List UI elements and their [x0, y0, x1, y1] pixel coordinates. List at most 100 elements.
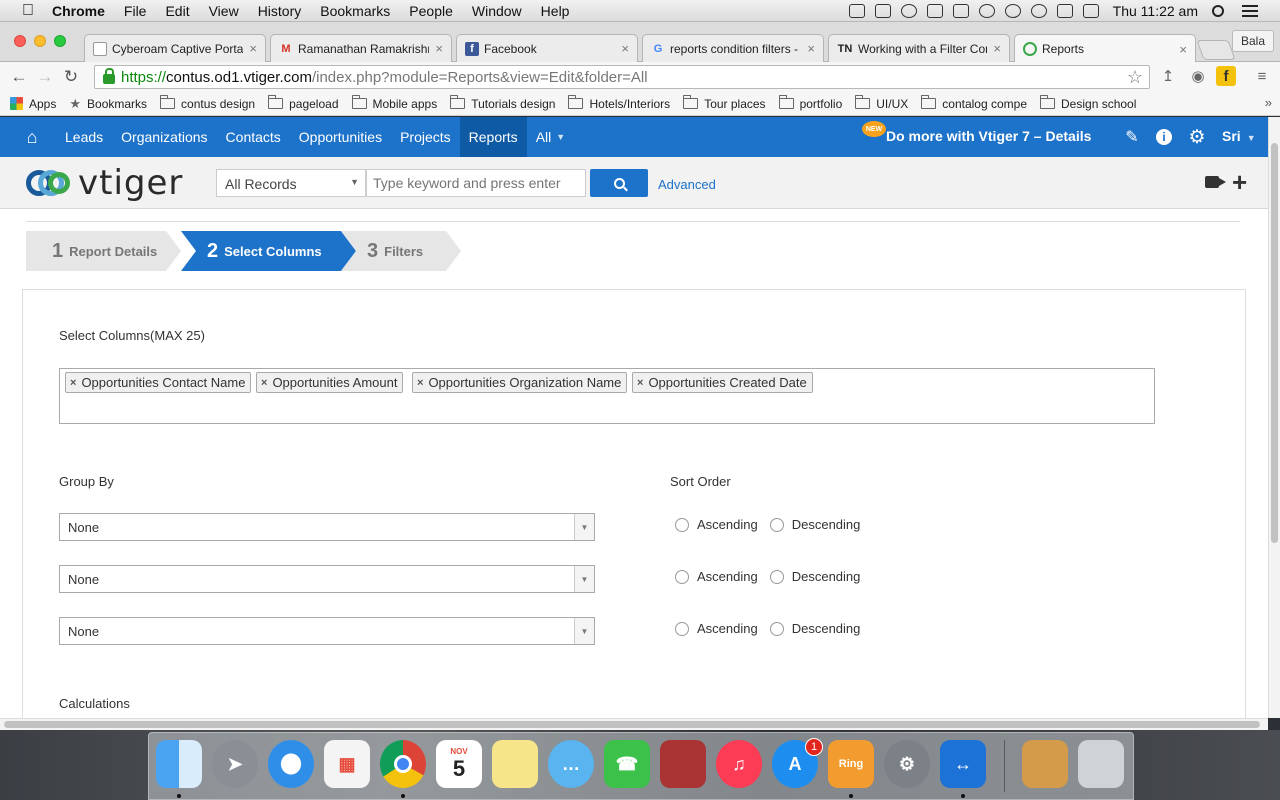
- bookmark-folder[interactable]: Tutorials design: [450, 95, 555, 111]
- apple-icon[interactable]: : [18, 1, 38, 21]
- installer-package-icon[interactable]: [1022, 740, 1068, 788]
- itunes-icon[interactable]: ♫: [716, 740, 762, 788]
- airplay-icon[interactable]: [952, 4, 969, 18]
- brush-icon[interactable]: ✎: [1122, 127, 1142, 147]
- tab-cyberoam[interactable]: Cyberoam Captive Portal ×: [84, 34, 266, 62]
- bookmark-folder[interactable]: Tour places: [683, 95, 766, 111]
- step-select-columns[interactable]: 2 Select Columns: [181, 231, 356, 271]
- tab-google[interactable]: G reports condition filters - ×: [642, 34, 824, 62]
- descending-radio[interactable]: [769, 569, 784, 584]
- quick-create-plus-icon[interactable]: +: [1232, 169, 1247, 195]
- bookmark-folder[interactable]: UI/UX: [855, 95, 908, 111]
- home-icon[interactable]: ⌂: [22, 127, 42, 147]
- promo-link[interactable]: Do more with Vtiger 7 – Details: [886, 128, 1091, 144]
- tab-reports[interactable]: Reports ×: [1014, 34, 1196, 63]
- close-tab-icon[interactable]: ×: [807, 41, 815, 56]
- address-bar[interactable]: https://contus.od1.vtiger.com/index.php?…: [94, 65, 1150, 89]
- global-search-input[interactable]: [366, 169, 586, 197]
- vtiger-logo[interactable]: vtiger: [24, 163, 183, 203]
- battery-icon[interactable]: [1082, 4, 1099, 18]
- nav-opportunities[interactable]: Opportunities: [290, 117, 391, 157]
- nav-contacts[interactable]: Contacts: [217, 117, 290, 157]
- nav-organizations[interactable]: Organizations: [112, 117, 216, 157]
- record-filter-select[interactable]: All Records ▼: [216, 169, 366, 197]
- safari-icon[interactable]: [268, 740, 314, 788]
- zoom-window-button[interactable]: [54, 35, 66, 47]
- bookmark-folder[interactable]: pageload: [268, 95, 339, 111]
- close-tab-icon[interactable]: ×: [621, 41, 629, 56]
- step-filters[interactable]: 3 Filters: [341, 231, 461, 271]
- ascending-radio[interactable]: [675, 621, 689, 636]
- user-menu[interactable]: Sri ▼: [1222, 128, 1256, 144]
- spotlight-search-icon[interactable]: [1212, 5, 1224, 17]
- system-preferences-icon[interactable]: ⚙: [884, 740, 930, 788]
- bookmarks-overflow-icon[interactable]: »: [1265, 95, 1272, 110]
- tab-gmail[interactable]: M Ramanathan Ramakrishnan ×: [270, 34, 452, 62]
- close-window-button[interactable]: [14, 35, 26, 47]
- minimize-window-button[interactable]: [34, 35, 46, 47]
- bookmark-star-icon[interactable]: ☆: [1127, 67, 1143, 88]
- chrome-menu-icon[interactable]: ≡: [1252, 66, 1272, 86]
- horizontal-scrollbar[interactable]: [0, 718, 1268, 730]
- bookmark-folder[interactable]: portfolio: [778, 95, 842, 111]
- extension-evernote-icon[interactable]: ◉: [1188, 66, 1208, 86]
- nav-leads[interactable]: Leads: [56, 117, 112, 157]
- group-by-select-1[interactable]: None ▼: [59, 513, 595, 541]
- bookmark-folder[interactable]: Hotels/Interiors: [568, 95, 670, 111]
- launchpad-icon[interactable]: ➤: [212, 740, 258, 788]
- volume-icon[interactable]: [1056, 4, 1073, 18]
- app-grid-icon[interactable]: ▦: [324, 740, 370, 788]
- scrollbar-thumb[interactable]: [4, 721, 1260, 728]
- status-adobe-icon[interactable]: [926, 4, 943, 18]
- status-messages-icon[interactable]: [874, 4, 891, 18]
- secure-lock-icon[interactable]: [103, 68, 115, 84]
- advanced-search-link[interactable]: Advanced: [658, 177, 716, 192]
- bookmark-folder[interactable]: Mobile apps: [351, 95, 437, 111]
- step-report-details[interactable]: 1 Report Details: [26, 231, 181, 271]
- ring-central-icon[interactable]: Ring: [828, 740, 874, 788]
- menu-history[interactable]: History: [258, 3, 302, 19]
- bookmark-folder[interactable]: Design school: [1040, 95, 1136, 111]
- forward-arrow-icon[interactable]: →: [32, 67, 58, 87]
- nav-projects[interactable]: Projects: [391, 117, 460, 157]
- new-tab-button[interactable]: [1196, 40, 1236, 60]
- back-arrow-icon[interactable]: ←: [6, 67, 32, 87]
- bookmark-bookmarks[interactable]: ★ Bookmarks: [69, 96, 147, 112]
- extension-f-icon[interactable]: f: [1216, 66, 1236, 86]
- menu-bookmarks[interactable]: Bookmarks: [320, 3, 390, 19]
- remove-chip-icon[interactable]: ×: [261, 377, 267, 389]
- bookmark-folder[interactable]: contus design: [160, 95, 255, 111]
- menu-view[interactable]: View: [209, 3, 239, 19]
- notification-center-icon[interactable]: [1242, 5, 1258, 17]
- bluetooth-icon[interactable]: [1004, 4, 1021, 18]
- scrollbar-thumb[interactable]: [1271, 143, 1278, 543]
- status-app-icon[interactable]: [848, 4, 865, 18]
- ascending-radio[interactable]: [675, 569, 689, 584]
- video-camera-icon[interactable]: [1205, 176, 1226, 188]
- menu-edit[interactable]: Edit: [165, 3, 189, 19]
- close-tab-icon[interactable]: ×: [993, 41, 1001, 56]
- menu-window[interactable]: Window: [472, 3, 522, 19]
- tab-facebook[interactable]: f Facebook ×: [456, 34, 638, 62]
- remove-chip-icon[interactable]: ×: [417, 377, 423, 389]
- photo-booth-icon[interactable]: [660, 740, 706, 788]
- close-tab-icon[interactable]: ×: [249, 41, 257, 56]
- finder-icon[interactable]: [156, 740, 202, 788]
- close-tab-icon[interactable]: ×: [1179, 42, 1187, 57]
- teamviewer-icon[interactable]: ↔: [940, 740, 986, 788]
- group-by-select-3[interactable]: None ▼: [59, 617, 595, 645]
- close-tab-icon[interactable]: ×: [435, 41, 443, 56]
- menu-file[interactable]: File: [124, 3, 147, 19]
- columns-multiselect[interactable]: × Opportunities Contact Name × Opportuniti…: [59, 368, 1155, 424]
- search-button[interactable]: [590, 169, 648, 197]
- descending-radio[interactable]: [769, 517, 784, 532]
- calendar-icon[interactable]: NOV 5: [436, 740, 482, 788]
- group-by-select-2[interactable]: None ▼: [59, 565, 595, 593]
- descending-radio[interactable]: [769, 621, 784, 636]
- reload-icon[interactable]: ↻: [58, 67, 84, 87]
- status-evernote-icon[interactable]: [900, 4, 917, 18]
- menu-people[interactable]: People: [409, 3, 453, 19]
- chrome-icon[interactable]: [380, 740, 426, 788]
- extension-download-icon[interactable]: ↥: [1158, 66, 1178, 86]
- info-icon[interactable]: i: [1156, 129, 1172, 145]
